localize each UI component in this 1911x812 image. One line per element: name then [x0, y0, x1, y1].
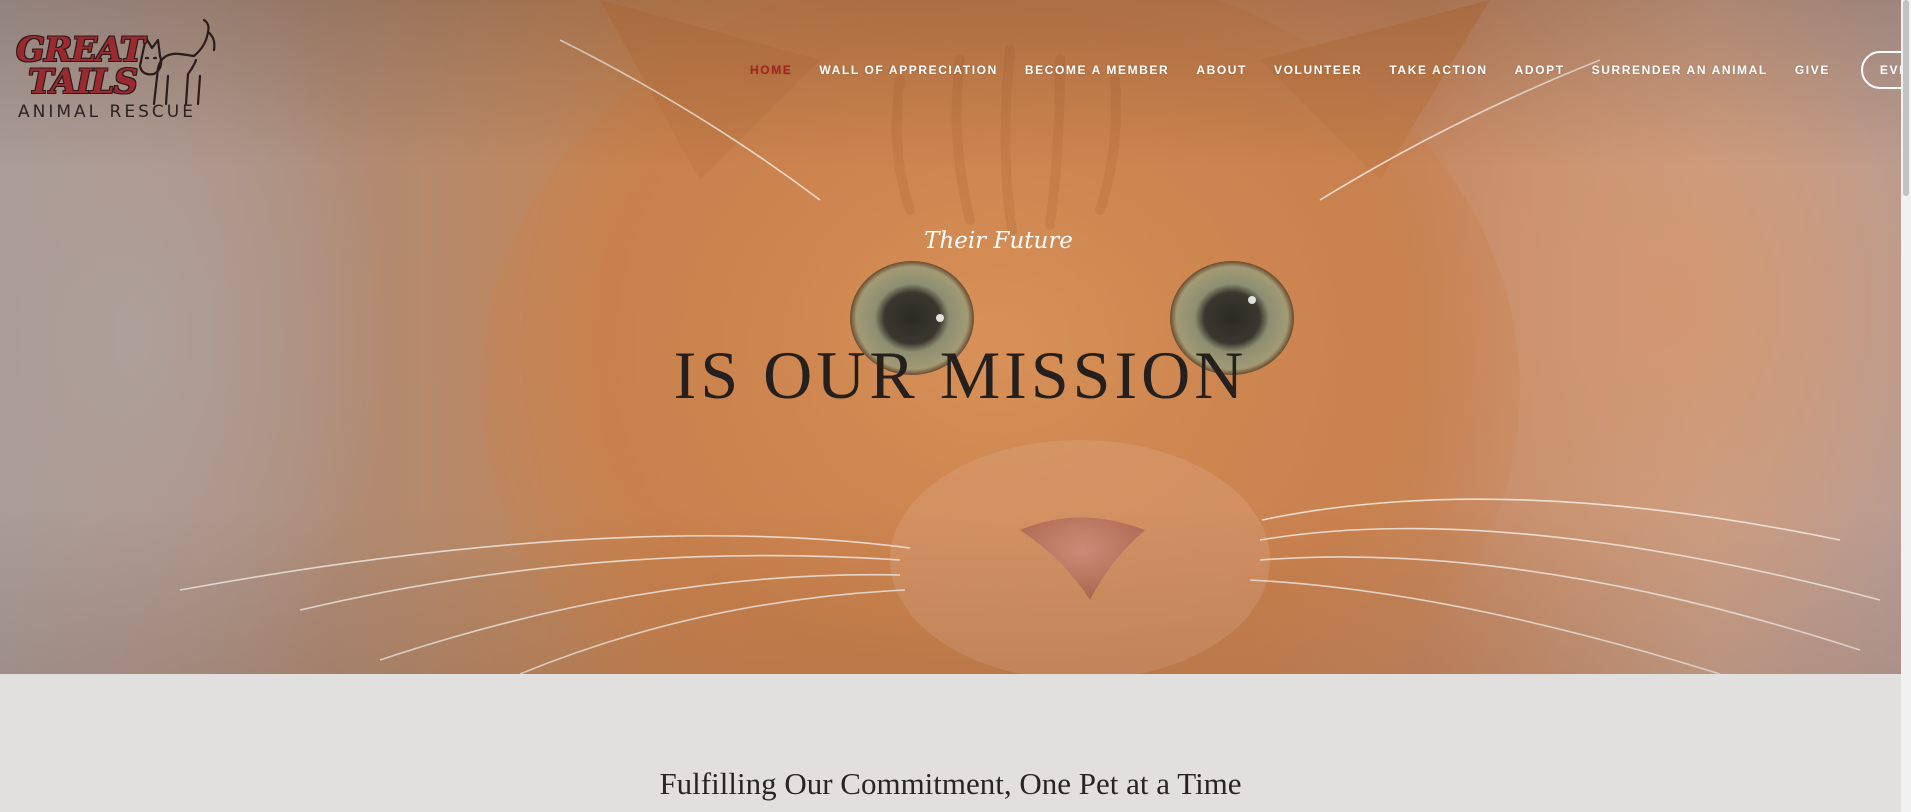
nav-item-become-a-member[interactable]: BECOME A MEMBER: [1025, 63, 1169, 77]
nav-item-give[interactable]: GIVE: [1795, 63, 1830, 77]
nav-item-wall-of-appreciation[interactable]: WALL OF APPRECIATION: [819, 63, 997, 77]
page: Their Future IS OUR MISSION GREAT TAILS …: [0, 0, 1911, 812]
main-navigation: HOME WALL OF APPRECIATION BECOME A MEMBE…: [750, 51, 1911, 89]
hero-banner: Their Future IS OUR MISSION: [0, 0, 1901, 674]
section-heading: Fulfilling Our Commitment, One Pet at a …: [0, 766, 1901, 802]
logo-tails-text: TAILS: [28, 62, 138, 102]
scrollbar-thumb[interactable]: [1903, 0, 1909, 196]
hero-subtitle: Their Future: [0, 228, 1901, 254]
section-heading-text: Fulfilling Our Commitment, One Pet at a …: [659, 766, 1242, 801]
page-scrollbar[interactable]: [1901, 0, 1911, 812]
nav-item-take-action[interactable]: TAKE ACTION: [1389, 63, 1487, 77]
nav-item-about[interactable]: ABOUT: [1196, 63, 1247, 77]
nav-item-volunteer[interactable]: VOLUNTEER: [1274, 63, 1362, 77]
nav-item-home[interactable]: HOME: [750, 63, 792, 77]
hero-subtitle-text: Their Future: [924, 228, 1073, 254]
hero-title-text: IS OUR MISSION: [673, 337, 1248, 413]
nav-item-adopt[interactable]: ADOPT: [1515, 63, 1565, 77]
logo-tagline: ANIMAL RESCUE: [18, 102, 196, 122]
hero-title: IS OUR MISSION: [0, 336, 1901, 415]
nav-item-surrender-an-animal[interactable]: SURRENDER AN ANIMAL: [1592, 63, 1768, 77]
site-logo[interactable]: GREAT TAILS ANIMAL RESCUE: [16, 16, 216, 126]
